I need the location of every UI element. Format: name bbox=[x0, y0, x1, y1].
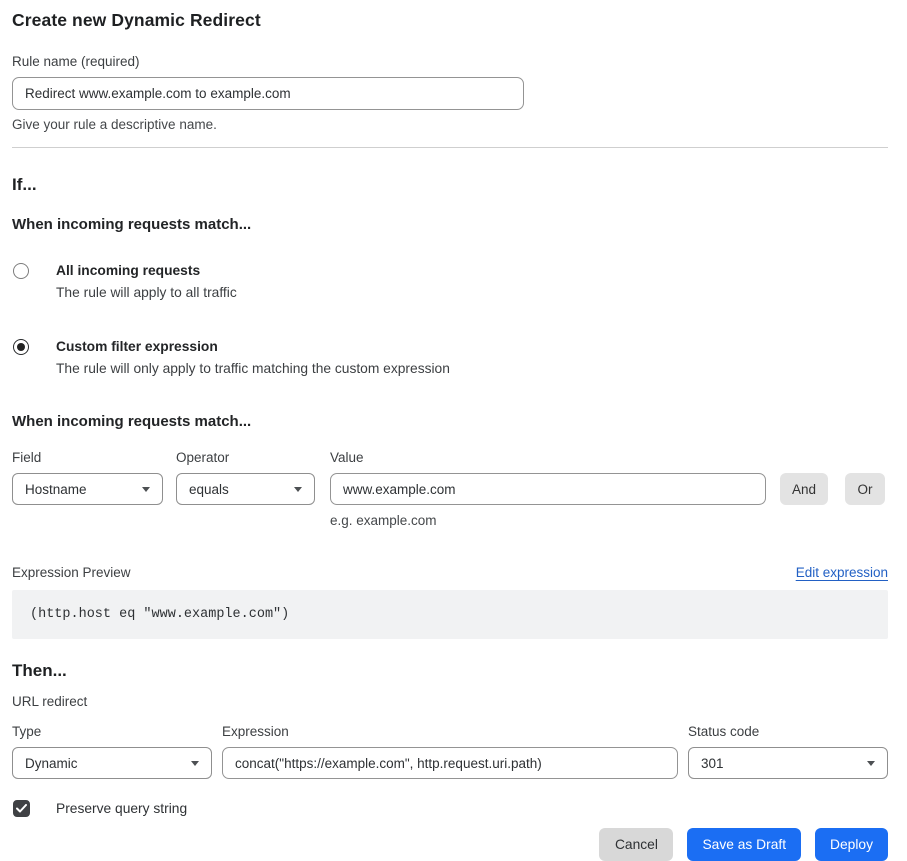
value-column: Value e.g. example.com bbox=[330, 450, 766, 528]
value-label: Value bbox=[330, 450, 766, 466]
status-code-select-value: 301 bbox=[701, 756, 724, 771]
redirect-expression-input[interactable] bbox=[222, 747, 678, 779]
preserve-query-row[interactable]: Preserve query string bbox=[12, 800, 888, 817]
field-select-value: Hostname bbox=[25, 482, 87, 497]
cancel-button[interactable]: Cancel bbox=[599, 828, 673, 861]
expression-preview-code: (http.host eq "www.example.com") bbox=[12, 590, 888, 639]
operator-column: Operator equals bbox=[176, 450, 315, 505]
checkbox-icon[interactable] bbox=[13, 800, 30, 817]
redirect-settings-row: Type Dynamic Expression Status code 301 bbox=[12, 724, 888, 779]
expression-label: Expression bbox=[222, 724, 678, 740]
page-title: Create new Dynamic Redirect bbox=[12, 10, 888, 31]
field-select[interactable]: Hostname bbox=[12, 473, 163, 505]
radio-option-custom-expression[interactable]: Custom filter expression The rule will o… bbox=[12, 338, 888, 377]
section-divider bbox=[12, 147, 888, 148]
check-icon bbox=[16, 804, 27, 813]
chevron-down-icon bbox=[142, 487, 150, 492]
radio-description: The rule will apply to all traffic bbox=[56, 284, 237, 301]
deploy-button[interactable]: Deploy bbox=[815, 828, 888, 861]
chevron-down-icon bbox=[294, 487, 302, 492]
operator-select[interactable]: equals bbox=[176, 473, 315, 505]
status-code-label: Status code bbox=[688, 724, 888, 740]
chevron-down-icon bbox=[867, 761, 875, 766]
expression-preview-header: Expression Preview Edit expression bbox=[12, 565, 888, 580]
save-as-draft-button[interactable]: Save as Draft bbox=[687, 828, 801, 861]
radio-option-all-requests[interactable]: All incoming requests The rule will appl… bbox=[12, 262, 888, 301]
preserve-query-label: Preserve query string bbox=[56, 801, 187, 816]
if-subheading: When incoming requests match... bbox=[12, 216, 888, 233]
then-heading: Then... bbox=[12, 661, 888, 681]
radio-button-icon[interactable] bbox=[13, 339, 29, 355]
radio-description: The rule will only apply to traffic matc… bbox=[56, 360, 450, 377]
radio-text: All incoming requests The rule will appl… bbox=[56, 262, 237, 301]
and-button[interactable]: And bbox=[780, 473, 828, 505]
builder-heading: When incoming requests match... bbox=[12, 413, 888, 430]
radio-label: Custom filter expression bbox=[56, 338, 450, 355]
radio-text: Custom filter expression The rule will o… bbox=[56, 338, 450, 377]
operator-select-value: equals bbox=[189, 482, 229, 497]
expression-column: Expression bbox=[222, 724, 678, 779]
status-code-column: Status code 301 bbox=[688, 724, 888, 779]
expression-preview-label: Expression Preview bbox=[12, 565, 131, 580]
condition-builder-row: Field Hostname Operator equals Value e.g… bbox=[12, 450, 888, 528]
rule-name-label: Rule name (required) bbox=[12, 54, 888, 70]
status-code-select[interactable]: 301 bbox=[688, 747, 888, 779]
and-or-buttons: And Or bbox=[780, 473, 885, 505]
value-input[interactable] bbox=[330, 473, 766, 505]
if-heading: If... bbox=[12, 175, 888, 195]
radio-label: All incoming requests bbox=[56, 262, 237, 279]
create-redirect-form: Create new Dynamic Redirect Rule name (r… bbox=[0, 0, 907, 861]
edit-expression-link[interactable]: Edit expression bbox=[796, 565, 888, 580]
rule-name-input[interactable] bbox=[12, 77, 524, 110]
type-column: Type Dynamic bbox=[12, 724, 212, 779]
rule-name-helper: Give your rule a descriptive name. bbox=[12, 117, 888, 132]
type-label: Type bbox=[12, 724, 212, 740]
radio-button-icon[interactable] bbox=[13, 263, 29, 279]
type-select[interactable]: Dynamic bbox=[12, 747, 212, 779]
url-redirect-label: URL redirect bbox=[12, 694, 888, 709]
field-column: Field Hostname bbox=[12, 450, 163, 505]
field-label: Field bbox=[12, 450, 163, 466]
chevron-down-icon bbox=[191, 761, 199, 766]
form-actions: Cancel Save as Draft Deploy bbox=[12, 828, 888, 861]
or-button[interactable]: Or bbox=[845, 473, 885, 505]
value-hint: e.g. example.com bbox=[330, 513, 766, 528]
type-select-value: Dynamic bbox=[25, 756, 78, 771]
operator-label: Operator bbox=[176, 450, 315, 466]
